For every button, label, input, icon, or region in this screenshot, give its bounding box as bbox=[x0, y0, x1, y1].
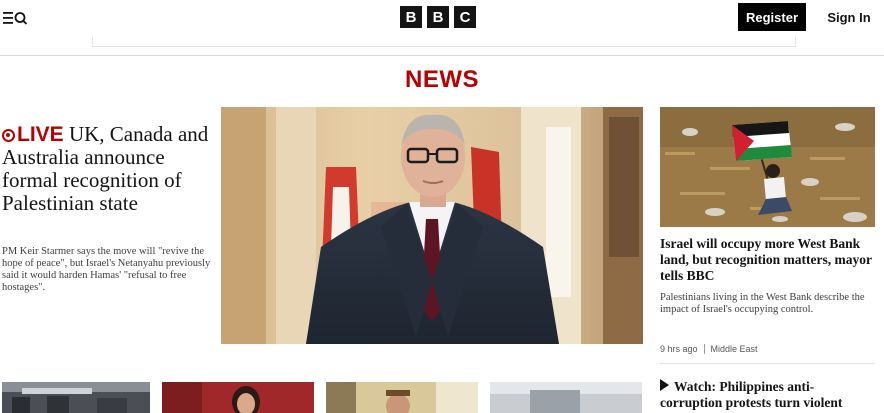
sub-navigation-bar bbox=[92, 37, 796, 47]
side-story-headline[interactable]: Israel will occupy more West Bank land, … bbox=[660, 236, 875, 284]
logo-letter: B bbox=[427, 6, 449, 28]
story-thumbnail[interactable] bbox=[162, 382, 314, 413]
side-photo bbox=[660, 107, 875, 227]
meta-separator bbox=[703, 344, 705, 354]
live-label: LIVE bbox=[17, 123, 64, 146]
lead-photo bbox=[221, 107, 643, 344]
thumbnail-photo bbox=[162, 382, 314, 413]
lead-headline-link[interactable]: LIVE UK, Canada and Australia announce f… bbox=[2, 123, 214, 215]
thumbnail-photo bbox=[326, 382, 478, 413]
bbc-logo[interactable]: B B C bbox=[400, 6, 476, 28]
live-badge: LIVE bbox=[2, 123, 64, 146]
video-story-headline-link[interactable]: Watch: Philippines anti-corruption prote… bbox=[660, 379, 875, 411]
header-divider bbox=[0, 55, 884, 56]
section-title: NEWS bbox=[405, 66, 479, 93]
lead-summary: PM Keir Starmer says the move will "revi… bbox=[2, 246, 211, 293]
side-story-image[interactable] bbox=[660, 107, 875, 227]
logo-letter: C bbox=[454, 6, 476, 28]
video-story-headline: Watch: Philippines anti-corruption prote… bbox=[660, 379, 843, 410]
lead-story-image[interactable] bbox=[221, 107, 643, 344]
top-header: B B C Register Sign In bbox=[0, 0, 884, 37]
thumbnail-photo bbox=[2, 382, 150, 413]
register-button[interactable]: Register bbox=[738, 3, 806, 31]
side-story-meta: 9 hrs ago Middle East bbox=[660, 344, 758, 354]
story-thumbnail[interactable] bbox=[2, 382, 150, 413]
play-icon bbox=[660, 379, 669, 391]
topic-tag[interactable]: Middle East bbox=[711, 344, 758, 354]
story-thumbnail[interactable] bbox=[326, 382, 478, 413]
story-thumbnail[interactable] bbox=[490, 382, 642, 413]
live-icon bbox=[2, 129, 15, 142]
sign-in-button[interactable]: Sign In bbox=[820, 3, 878, 31]
thumbnail-photo bbox=[490, 382, 642, 413]
side-story-summary: Palestinians living in the West Bank des… bbox=[660, 292, 865, 315]
timestamp: 9 hrs ago bbox=[660, 344, 698, 354]
menu-search-button[interactable] bbox=[2, 8, 32, 28]
logo-letter: B bbox=[400, 6, 422, 28]
story-divider bbox=[660, 363, 875, 364]
menu-icon bbox=[3, 12, 28, 25]
